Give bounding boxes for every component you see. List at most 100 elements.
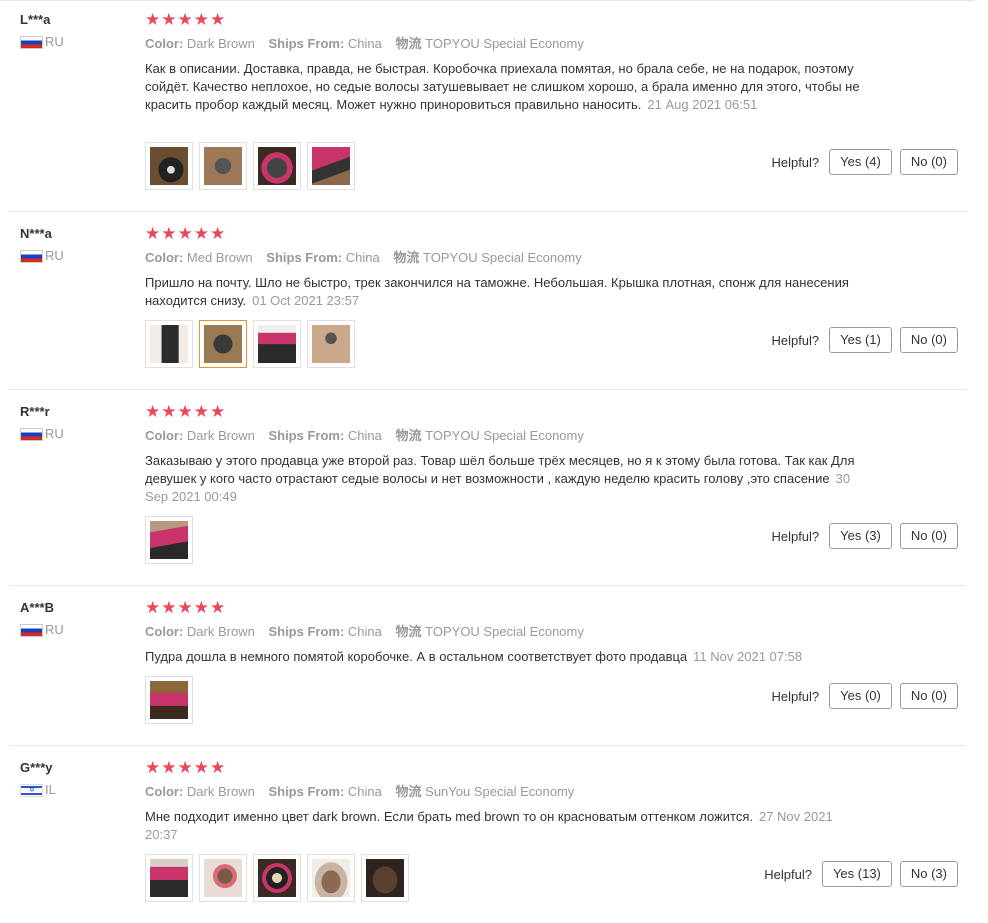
review-body: Заказываю у этого продавца уже второй ра… [145,453,855,486]
helpful-vote: Helpful? Yes (4) No (0) [771,149,958,175]
reviewer-name: A***B [20,600,54,615]
review-photo-thumbnail-selected[interactable] [199,320,247,368]
review-text: Заказываю у этого продавца уже второй ра… [145,452,865,506]
review-date: 01 Oct 2021 23:57 [252,293,360,308]
review-photo-thumbnail[interactable] [307,142,355,190]
review-text: Пришло на почту. Шло не быстро, трек зак… [145,274,865,310]
reviewer-country: RU [20,248,64,264]
photo-image [150,325,188,363]
review-photo-thumbnail[interactable] [253,854,301,902]
country-code: RU [45,426,64,441]
product-meta: Color: Dark Brown Ships From: China 物流 S… [145,784,574,800]
photo-image [150,859,188,897]
country-code: RU [45,34,64,49]
reviewer-name: N***a [20,226,52,241]
helpful-no-button[interactable]: No (0) [899,327,958,353]
ships-from-value: China [347,36,382,51]
product-meta: Color: Dark Brown Ships From: China 物流 T… [145,428,584,444]
color-label: Color: [145,784,184,799]
ships-from-value: China [347,784,382,799]
review-photo-thumbnail[interactable] [199,854,247,902]
logistics-label: 物流 [395,624,422,639]
russia-flag-icon [20,35,43,49]
star-rating: ★★★★★ [145,10,227,29]
photo-image [312,325,350,363]
color-value: Med Brown [186,250,253,265]
review-item: N***a RU ★★★★★ Color: Med Brown Ships Fr… [0,224,966,390]
logistics-label: 物流 [395,36,422,51]
ships-from-label: Ships From: [268,36,345,51]
review-item: R***r RU ★★★★★ Color: Dark Brown Ships F… [0,402,966,586]
review-photo-thumbnail[interactable] [199,142,247,190]
color-label: Color: [145,36,184,51]
logistics-value: TOPYOU Special Economy [422,250,582,265]
photo-image [150,521,188,559]
reviewer-country: RU [20,34,64,50]
photo-image [150,147,188,185]
star-rating: ★★★★★ [145,224,227,243]
review-photo-thumbnail[interactable] [145,142,193,190]
reviewer-name: G***y [20,760,53,775]
helpful-label: Helpful? [771,332,820,348]
review-photo-thumbnail[interactable] [253,142,301,190]
reviewer-country: RU [20,426,64,442]
review-photo-thumbnail[interactable] [145,676,193,724]
helpful-no-button[interactable]: No (0) [899,523,958,549]
photo-image [204,147,242,185]
reviews-page: L***a RU ★★★★★ Color: Dark Brown Ships F… [0,0,988,923]
color-value: Dark Brown [186,624,255,639]
logistics-value: SunYou Special Economy [425,784,575,799]
product-meta: Color: Med Brown Ships From: China 物流 TO… [145,250,582,266]
photo-image [366,859,404,897]
review-photo-thumbnail[interactable] [145,516,193,564]
review-item: G***y ✡ IL ★★★★★ Color: Dark Brown Ships… [0,759,966,920]
review-photo-thumbnail[interactable] [145,854,193,902]
review-divider [9,211,966,212]
logistics-value: TOPYOU Special Economy [425,624,584,639]
helpful-yes-button[interactable]: Yes (4) [829,149,892,175]
review-text: Мне подходит именно цвет dark brown. Есл… [145,808,865,844]
helpful-yes-button[interactable]: Yes (1) [829,327,892,353]
review-item: L***a RU ★★★★★ Color: Dark Brown Ships F… [0,10,966,212]
helpful-vote: Helpful? Yes (3) No (0) [771,523,958,549]
product-meta: Color: Dark Brown Ships From: China 物流 T… [145,624,584,640]
photo-image [258,325,296,363]
review-divider [9,389,966,390]
israel-flag-icon: ✡ [20,783,43,797]
review-photo-thumbnail[interactable] [145,320,193,368]
review-photos [145,516,193,564]
ships-from-value: China [347,624,382,639]
review-photo-thumbnail[interactable] [307,854,355,902]
photo-image [204,859,242,897]
star-rating: ★★★★★ [145,402,227,421]
helpful-yes-button[interactable]: Yes (3) [829,523,892,549]
review-text: Пудра дошла в немного помятой коробочке.… [145,648,865,666]
helpful-vote: Helpful? Yes (13) No (3) [764,861,958,887]
helpful-vote: Helpful? Yes (1) No (0) [771,327,958,353]
reviewer-name: L***a [20,12,51,27]
color-value: Dark Brown [186,428,255,443]
color-label: Color: [145,250,184,265]
helpful-yes-button[interactable]: Yes (13) [821,861,892,887]
helpful-vote: Helpful? Yes (0) No (0) [771,683,958,709]
top-divider [0,0,975,1]
reviewer-country: RU [20,622,64,638]
ships-from-label: Ships From: [268,428,345,443]
review-photo-thumbnail[interactable] [361,854,409,902]
review-photo-thumbnail[interactable] [253,320,301,368]
color-value: Dark Brown [186,784,255,799]
logistics-label: 物流 [395,784,422,799]
helpful-no-button[interactable]: No (0) [899,149,958,175]
review-photos [145,854,409,902]
reviewer-country: ✡ IL [20,782,56,798]
helpful-no-button[interactable]: No (3) [899,861,958,887]
review-photo-thumbnail[interactable] [307,320,355,368]
helpful-label: Helpful? [771,528,820,544]
russia-flag-icon [20,427,43,441]
logistics-value: TOPYOU Special Economy [425,428,584,443]
helpful-no-button[interactable]: No (0) [899,683,958,709]
helpful-yes-button[interactable]: Yes (0) [829,683,892,709]
photo-image [258,859,296,897]
russia-flag-icon [20,249,43,263]
color-label: Color: [145,624,184,639]
